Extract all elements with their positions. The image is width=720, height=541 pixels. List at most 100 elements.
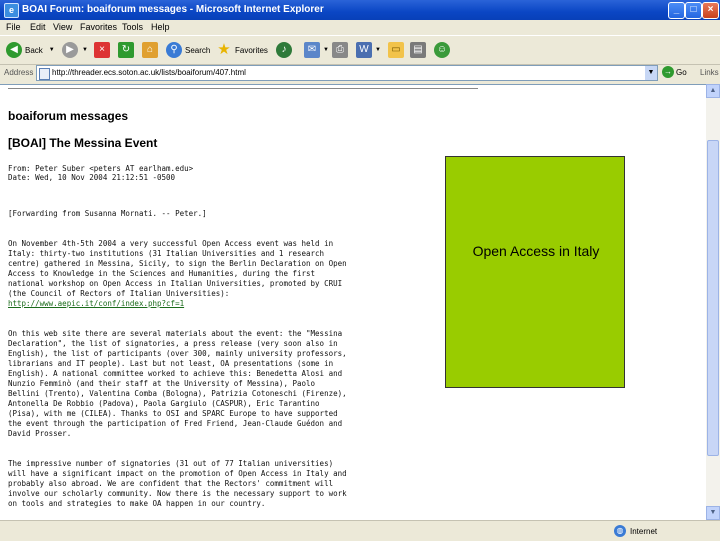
search-button[interactable]: ⚲ Search xyxy=(166,41,210,59)
toolbar: ◀ Back ▼ ▶ ▼ × ↻ ⌂ ⚲ Search ★ Favorites … xyxy=(0,35,720,65)
page-title: boaiforum messages xyxy=(8,109,129,123)
links-button[interactable]: Links xyxy=(700,68,719,77)
message-paragraph-3: The impressive number of signatories (31… xyxy=(8,459,398,509)
favorites-label: Favorites xyxy=(235,45,268,55)
search-icon: ⚲ xyxy=(166,42,182,58)
window-title: BOAI Forum: boaiforum messages - Microso… xyxy=(22,4,324,15)
menu-help[interactable]: Help xyxy=(151,22,170,32)
text-line: centre) gathered in Messina, Sicily, to … xyxy=(8,259,347,268)
address-bar: Address http://threader.ecs.soton.ac.uk/… xyxy=(0,64,720,82)
text-line: On November 4th-5th 2004 a very successf… xyxy=(8,239,334,248)
address-label: Address xyxy=(4,68,34,77)
print-button[interactable]: ⎙ xyxy=(332,41,348,59)
text-line: On this web site there are several mater… xyxy=(8,329,343,338)
text-line: Antonella De Robbio (Padova), Paola Garg… xyxy=(8,399,320,408)
text-line: David Prosser. xyxy=(8,429,72,438)
stop-button[interactable]: × xyxy=(94,41,110,59)
text-line: involve our scholarly community. Now the… xyxy=(8,489,347,498)
text-line: librarians and IT people). Last but not … xyxy=(8,359,334,368)
scrollbar-thumb[interactable] xyxy=(707,140,719,456)
text-line: Declaration", the list of signatories, a… xyxy=(8,339,338,348)
menu-file[interactable]: File xyxy=(6,22,21,32)
page-icon xyxy=(39,68,50,80)
go-arrow-icon: → xyxy=(662,66,674,78)
edit-page-icon: W xyxy=(356,42,372,58)
message-paragraph-2: On this web site there are several mater… xyxy=(8,329,398,439)
favorites-button[interactable]: ★ Favorites xyxy=(216,41,268,59)
home-button[interactable]: ⌂ xyxy=(142,41,158,59)
forward-note: [Forwarding from Susanna Mornati. -- Pet… xyxy=(8,209,207,218)
security-zone: ◍ Internet xyxy=(614,525,657,537)
callout-box: Open Access in Italy xyxy=(445,156,625,388)
menu-view[interactable]: View xyxy=(53,22,72,32)
back-button[interactable]: ◀ Back ▼ xyxy=(6,41,55,59)
scroll-down-icon[interactable]: ▼ xyxy=(706,506,720,520)
divider xyxy=(8,88,478,89)
chevron-down-icon: ▼ xyxy=(82,47,88,53)
close-button[interactable]: × xyxy=(702,2,719,19)
mail-button[interactable]: ✉ ▼ xyxy=(304,41,329,59)
menu-favorites[interactable]: Favorites xyxy=(80,22,117,32)
go-label: Go xyxy=(676,67,687,77)
message-from: From: Peter Suber <peters AT earlham.edu… xyxy=(8,164,194,173)
ie-logo-icon: e xyxy=(4,3,19,18)
stop-icon: × xyxy=(94,42,110,58)
menu-edit[interactable]: Edit xyxy=(30,22,46,32)
scroll-up-icon[interactable]: ▲ xyxy=(706,84,720,98)
folder-button[interactable]: ▭ xyxy=(388,41,404,59)
text-line: the event through the participation of F… xyxy=(8,419,343,428)
folder-icon: ▭ xyxy=(388,42,404,58)
address-url: http://threader.ecs.soton.ac.uk/lists/bo… xyxy=(52,68,246,77)
maximize-button[interactable]: □ xyxy=(685,2,702,19)
messenger-icon: ☺ xyxy=(434,42,450,58)
text-line: The impressive number of signatories (31… xyxy=(8,459,334,468)
menu-bar: File Edit View Favorites Tools Help xyxy=(0,20,720,34)
message-date: Date: Wed, 10 Nov 2004 21:12:51 -0500 xyxy=(8,173,176,182)
chevron-down-icon: ▼ xyxy=(323,47,329,53)
chevron-down-icon: ▼ xyxy=(375,47,381,53)
text-line: Italy: thirty-two institutions (31 Itali… xyxy=(8,249,325,258)
refresh-button[interactable]: ↻ xyxy=(118,41,134,59)
forward-arrow-icon: ▶ xyxy=(62,42,78,58)
text-line: (Pisa), with me (CILEA). Thanks to OSI a… xyxy=(8,409,338,418)
go-button[interactable]: → Go xyxy=(662,66,687,78)
mail-icon: ✉ xyxy=(304,42,320,58)
vertical-scrollbar[interactable]: ▲ ▼ xyxy=(706,84,720,520)
zone-label: Internet xyxy=(630,526,658,536)
star-icon: ★ xyxy=(217,41,231,58)
media-button[interactable]: ♪ xyxy=(276,41,292,59)
globe-icon: ◍ xyxy=(614,525,626,537)
page-done-icon xyxy=(4,525,20,541)
message-paragraph-1: On November 4th-5th 2004 a very successf… xyxy=(8,239,398,309)
research-icon: ▤ xyxy=(410,42,426,58)
text-line: Nunzio Femminò (and their staff at the U… xyxy=(8,379,316,388)
printer-icon: ⎙ xyxy=(332,42,348,58)
callout-text: Open Access in Italy xyxy=(472,243,600,259)
text-line: on tools and strategies to make OA happe… xyxy=(8,499,266,508)
minimize-button[interactable]: _ xyxy=(668,2,685,19)
research-button[interactable]: ▤ xyxy=(410,41,426,59)
messenger-button[interactable]: ☺ xyxy=(434,41,450,59)
media-icon: ♪ xyxy=(276,42,292,58)
forward-button[interactable]: ▶ ▼ xyxy=(62,41,88,59)
text-line: Access to Knowledge in the Sciences and … xyxy=(8,269,316,278)
chevron-down-icon: ▼ xyxy=(48,47,55,53)
back-label: Back xyxy=(25,45,43,55)
home-icon: ⌂ xyxy=(142,42,158,58)
event-link[interactable]: http://www.aepic.it/conf/index.php?cf=1 xyxy=(8,299,184,308)
menu-tools[interactable]: Tools xyxy=(122,22,143,32)
message-header: From: Peter Suber <peters AT earlham.edu… xyxy=(8,164,193,182)
text-line: Bellini (Trento), Valentina Comba (Bolog… xyxy=(8,389,347,398)
text-line: English). A national committee worked to… xyxy=(8,369,343,378)
chevron-down-icon[interactable]: ▼ xyxy=(645,66,657,80)
text-line: (the Council of Rectors of Italian Unive… xyxy=(8,289,230,298)
text-line: will have a significant impact on the pr… xyxy=(8,469,347,478)
search-label: Search xyxy=(185,45,211,55)
title-bar: e BOAI Forum: boaiforum messages - Micro… xyxy=(0,0,720,20)
text-line: English), the list of participants (over… xyxy=(8,349,347,358)
text-line: national workshop on Open Access in Ital… xyxy=(8,279,343,288)
edit-button[interactable]: W ▼ xyxy=(356,41,381,59)
message-subject: [BOAI] The Messina Event xyxy=(8,136,158,150)
text-line: probably also abroad. We are confident t… xyxy=(8,479,334,488)
address-input[interactable]: http://threader.ecs.soton.ac.uk/lists/bo… xyxy=(36,65,658,81)
